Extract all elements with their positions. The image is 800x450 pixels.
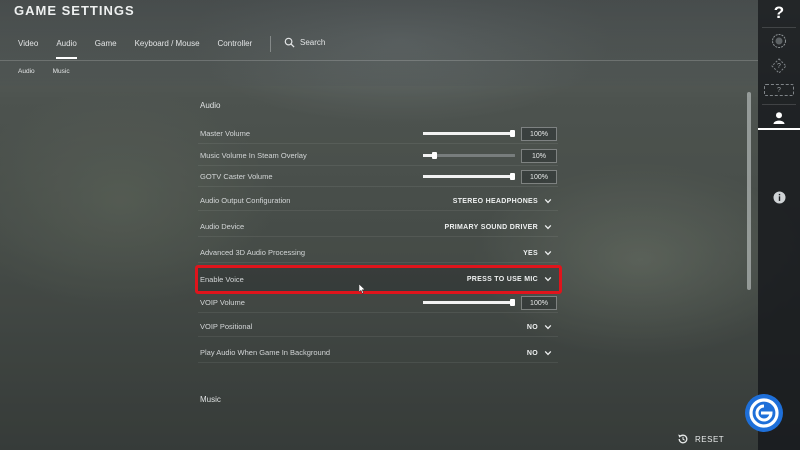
search-label: Search <box>300 38 326 47</box>
play-audio-background-dropdown[interactable]: NO <box>527 346 552 360</box>
header-divider <box>0 60 758 61</box>
setting-row-play-audio-background: Play Audio When Game In Background NO <box>198 343 558 363</box>
unknown-rank-button-2[interactable]: ? <box>758 83 800 97</box>
highlight-box <box>195 265 562 294</box>
page-title: GAME SETTINGS <box>14 3 135 18</box>
voip-volume-slider[interactable] <box>423 299 515 306</box>
setting-row-music-volume-overlay: Music Volume In Steam Overlay 10% <box>198 146 558 166</box>
dropdown-value: NO <box>526 323 538 331</box>
tab-video[interactable]: Video <box>18 34 38 56</box>
slider-fill <box>423 301 513 304</box>
settings-header: GAME SETTINGS Video Audio Game Keyboard … <box>0 0 758 86</box>
search-icon <box>284 37 295 48</box>
setting-row-voip-positional: VOIP Positional NO <box>198 317 558 337</box>
slider-fill <box>423 175 513 178</box>
unknown-rank-mark: ? <box>777 86 781 94</box>
profile-button[interactable] <box>758 108 800 130</box>
slider-track-empty <box>435 154 515 157</box>
rank-badge-button[interactable] <box>758 32 800 50</box>
unknown-rank-frame: ? <box>764 84 794 96</box>
reset-label: RESET <box>695 434 725 444</box>
info-button[interactable] <box>758 188 800 206</box>
content-scrollbar[interactable] <box>747 92 751 290</box>
dropdown-value: PRIMARY SOUND DRIVER <box>444 223 538 231</box>
music-volume-overlay-value[interactable]: 10% <box>521 149 557 163</box>
setting-row-voip-volume: VOIP Volume 100% <box>198 293 558 313</box>
search-button[interactable]: Search <box>284 37 325 48</box>
chevron-down-icon <box>544 250 552 256</box>
music-volume-overlay-slider[interactable] <box>423 152 515 159</box>
section-title-audio: Audio <box>200 101 221 110</box>
advanced-3d-audio-dropdown[interactable]: YES <box>523 246 552 260</box>
voip-volume-value[interactable]: 100% <box>521 296 557 310</box>
unknown-rank-mark: ? <box>777 62 781 70</box>
master-volume-value[interactable]: 100% <box>521 127 557 141</box>
dropdown-value: NO <box>526 349 538 357</box>
tab-divider <box>270 36 271 52</box>
gotv-caster-volume-value[interactable]: 100% <box>521 170 557 184</box>
slider-handle[interactable] <box>510 173 515 180</box>
dropdown-value: YES <box>523 249 538 257</box>
slider-handle[interactable] <box>432 152 437 159</box>
reset-icon <box>678 434 688 444</box>
game-settings-screen: GAME SETTINGS Video Audio Game Keyboard … <box>0 0 800 450</box>
section-title-music: Music <box>200 395 221 404</box>
master-volume-slider[interactable] <box>423 130 515 137</box>
profile-icon <box>773 112 785 124</box>
chevron-down-icon <box>544 198 552 204</box>
setting-row-master-volume: Master Volume 100% <box>198 124 558 144</box>
audio-device-dropdown[interactable]: PRIMARY SOUND DRIVER <box>444 220 552 234</box>
tab-controller[interactable]: Controller <box>218 34 253 56</box>
tab-game[interactable]: Game <box>95 34 117 56</box>
setting-label: Advanced 3D Audio Processing <box>200 248 306 257</box>
rank-badge-icon <box>772 34 786 48</box>
setting-row-audio-device: Audio Device PRIMARY SOUND DRIVER <box>198 217 558 237</box>
right-sidebar: ? ? ? <box>758 0 800 450</box>
setting-row-advanced-3d-audio: Advanced 3D Audio Processing YES <box>198 243 558 263</box>
sub-tab-audio[interactable]: Audio <box>18 68 35 78</box>
dropdown-value: STEREO HEADPHONES <box>452 197 538 205</box>
setting-label: VOIP Positional <box>200 322 253 331</box>
unknown-rank-button[interactable]: ? <box>758 57 800 75</box>
help-icon: ? <box>773 3 785 22</box>
chevron-down-icon <box>544 224 552 230</box>
setting-row-audio-output-config: Audio Output Configuration STEREO HEADPH… <box>198 191 558 211</box>
slider-handle[interactable] <box>510 130 515 137</box>
main-tabs: Video Audio Game Keyboard / Mouse Contro… <box>18 34 270 59</box>
setting-row-gotv-caster-volume: GOTV Caster Volume 100% <box>198 167 558 187</box>
sub-tab-music[interactable]: Music <box>53 68 70 78</box>
tab-audio[interactable]: Audio <box>56 34 78 59</box>
audio-output-config-dropdown[interactable]: STEREO HEADPHONES <box>453 194 552 208</box>
chevron-down-icon <box>544 324 552 330</box>
sub-tabs: Audio Music <box>18 68 88 78</box>
help-button[interactable]: ? <box>758 0 800 26</box>
sidebar-divider <box>762 27 796 28</box>
site-logo-icon <box>745 394 783 432</box>
slider-handle[interactable] <box>510 299 515 306</box>
setting-label: Play Audio When Game In Background <box>200 348 331 357</box>
slider-fill <box>423 132 513 135</box>
info-icon <box>773 191 785 203</box>
voip-positional-dropdown[interactable]: NO <box>527 320 552 334</box>
tab-keyboard-mouse[interactable]: Keyboard / Mouse <box>135 34 200 56</box>
sidebar-divider <box>762 104 796 105</box>
chevron-down-icon <box>544 350 552 356</box>
gotv-caster-volume-slider[interactable] <box>423 173 515 180</box>
reset-button[interactable]: RESET <box>677 433 724 445</box>
